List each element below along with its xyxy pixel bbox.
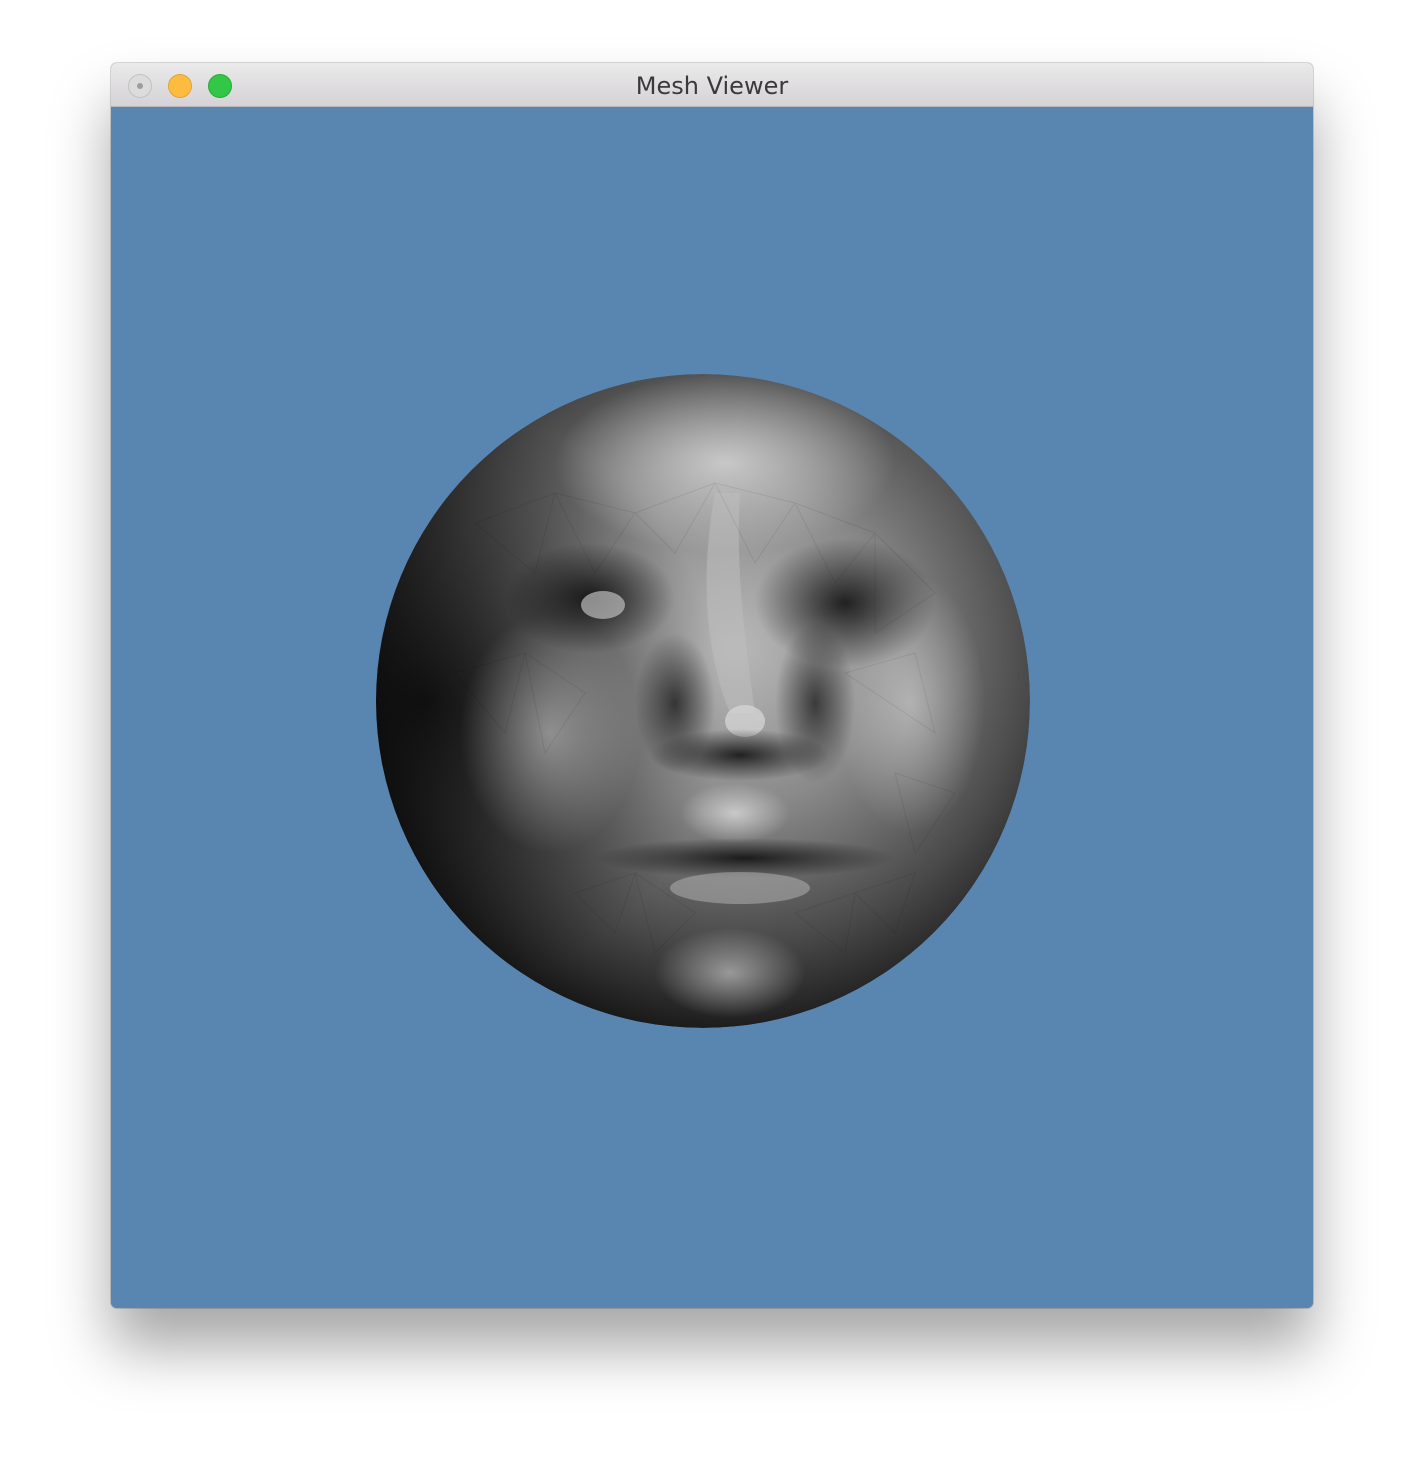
face-mesh-render[interactable] (375, 373, 1031, 1029)
window-title: Mesh Viewer (635, 72, 789, 100)
title-bar[interactable]: Mesh Viewer (111, 63, 1313, 107)
gl-viewport[interactable] (111, 107, 1313, 1308)
mesh-viewer-window: Mesh Viewer (111, 63, 1313, 1308)
